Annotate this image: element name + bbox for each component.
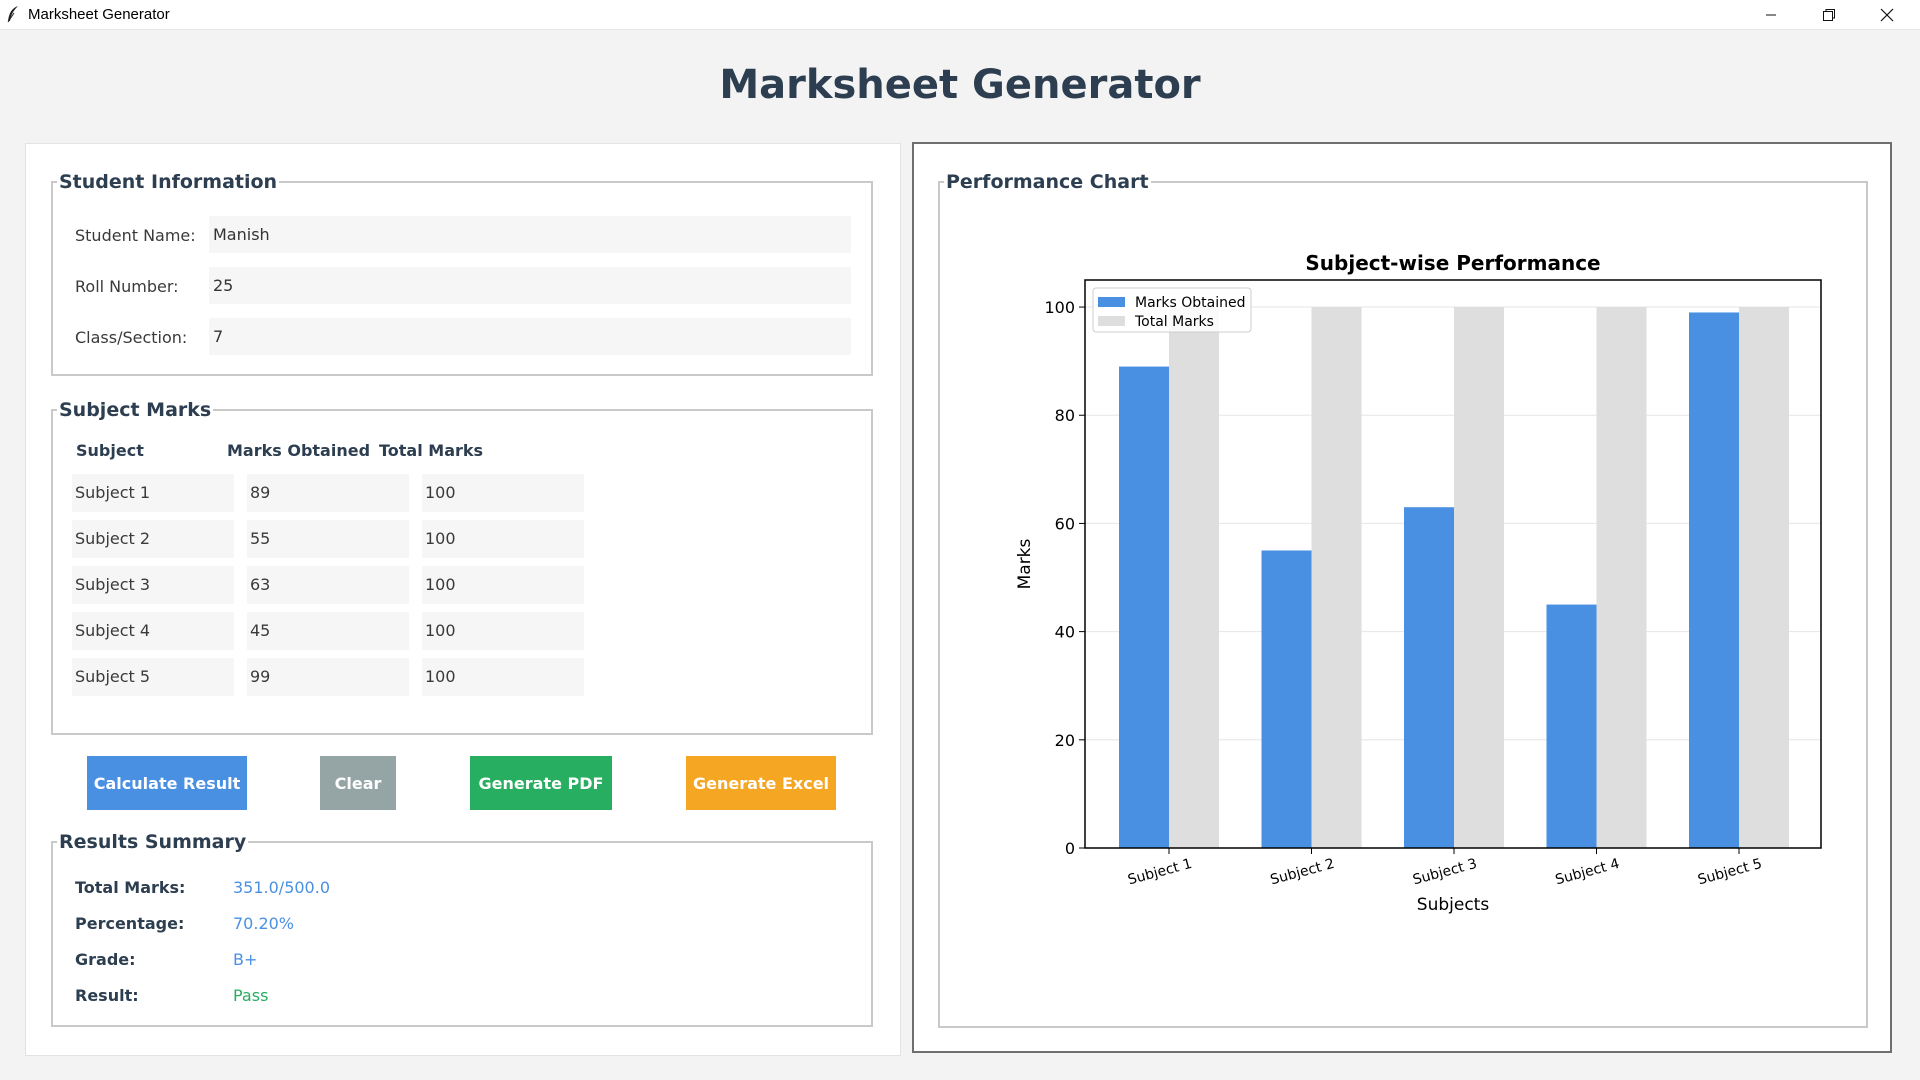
total-marks-column-header: Total Marks [379, 441, 484, 460]
total-marks-bar [1739, 307, 1789, 848]
marks-obtained-input[interactable]: 63 [247, 566, 409, 604]
legend-swatch [1098, 316, 1125, 326]
marks-obtained-bar [1546, 604, 1597, 848]
clear-button[interactable]: Clear [320, 756, 396, 810]
calculate-result-button[interactable]: Calculate Result [87, 756, 247, 810]
subject-name-input[interactable]: Subject 1 [72, 474, 234, 512]
percentage-label: Percentage: [75, 914, 185, 933]
minimize-icon [1766, 14, 1776, 15]
y-tick-label: 40 [1055, 623, 1075, 642]
x-tick-label: Subject 3 [1411, 856, 1479, 888]
subject-name-input[interactable]: Subject 2 [72, 520, 234, 558]
x-tick-label: Subject 1 [1126, 856, 1194, 888]
result-label: Result: [75, 986, 139, 1005]
total-marks-input[interactable]: 100 [422, 520, 584, 558]
window-title: Marksheet Generator [28, 6, 170, 23]
y-tick-label: 100 [1044, 298, 1075, 317]
grade-value: B+ [233, 950, 258, 969]
marks-obtained-input[interactable]: 99 [247, 658, 409, 696]
subject-marks-legend: Subject Marks [59, 399, 212, 421]
subject-name-input[interactable]: Subject 4 [72, 612, 234, 650]
grade-label: Grade: [75, 950, 136, 969]
marks-obtained-input[interactable]: 89 [247, 474, 409, 512]
marks-obtained-column-header: Marks Obtained [227, 441, 371, 460]
legend-swatch [1098, 297, 1125, 307]
y-tick-label: 80 [1055, 406, 1075, 425]
y-tick-label: 60 [1055, 514, 1075, 533]
total-marks-label: Total Marks: [75, 878, 186, 897]
total-marks-bar [1596, 307, 1647, 848]
total-marks-bar [1311, 307, 1362, 848]
percentage-value: 70.20% [233, 914, 295, 933]
class-section-input[interactable]: 7 [209, 318, 851, 355]
class-section-label: Class/Section: [75, 328, 188, 347]
roll-number-label: Roll Number: [75, 277, 179, 296]
page-title: Marksheet Generator [719, 62, 1201, 108]
performance-chart-legend: Performance Chart [946, 171, 1149, 193]
x-axis-label: Subjects [1417, 895, 1490, 915]
marks-obtained-bar [1404, 507, 1454, 848]
y-axis-label: Marks [1015, 538, 1035, 589]
close-button[interactable] [1858, 0, 1916, 29]
y-tick-label: 0 [1065, 839, 1075, 858]
roll-number-input[interactable]: 25 [209, 267, 851, 304]
y-tick-label: 20 [1055, 731, 1075, 750]
student-info-legend: Student Information [59, 171, 278, 193]
chart-title: Subject-wise Performance [1305, 251, 1600, 275]
total-marks-bar [1169, 307, 1219, 848]
result-status-value: Pass [233, 986, 269, 1005]
generate-excel-button[interactable]: Generate Excel [686, 756, 836, 810]
total-marks-input[interactable]: 100 [422, 658, 584, 696]
x-tick-label: Subject 2 [1269, 856, 1337, 888]
total-marks-bar [1454, 307, 1504, 848]
x-tick-label: Subject 5 [1696, 856, 1764, 888]
results-summary-legend: Results Summary [59, 831, 247, 853]
legend-entry: Total Marks [1134, 314, 1214, 330]
subject-name-input[interactable]: Subject 5 [72, 658, 234, 696]
x-tick-label: Subject 4 [1554, 856, 1622, 888]
marks-obtained-bar [1119, 366, 1169, 848]
close-icon [1880, 8, 1894, 21]
marks-obtained-input[interactable]: 45 [247, 612, 409, 650]
marks-obtained-bar [1689, 312, 1739, 848]
total-marks-input[interactable]: 100 [422, 566, 584, 604]
legend-entry: Marks Obtained [1135, 295, 1246, 311]
restore-button[interactable] [1800, 0, 1858, 29]
total-marks-input[interactable]: 100 [422, 612, 584, 650]
minimize-button[interactable] [1742, 0, 1800, 29]
total-marks-value: 351.0/500.0 [233, 878, 330, 897]
marks-obtained-bar [1261, 550, 1312, 848]
window-titlebar: Marksheet Generator [0, 0, 1920, 30]
student-name-input[interactable]: Manish [209, 216, 851, 253]
student-name-label: Student Name: [75, 226, 196, 245]
total-marks-input[interactable]: 100 [422, 474, 584, 512]
marks-obtained-input[interactable]: 55 [247, 520, 409, 558]
generate-pdf-button[interactable]: Generate PDF [470, 756, 612, 810]
restore-icon [1823, 8, 1835, 21]
subject-column-header: Subject [76, 441, 144, 460]
feather-icon [7, 6, 18, 23]
performance-chart: Subject-wise Performance Subject 1 Subject… [1015, 251, 1822, 915]
subject-name-input[interactable]: Subject 3 [72, 566, 234, 604]
